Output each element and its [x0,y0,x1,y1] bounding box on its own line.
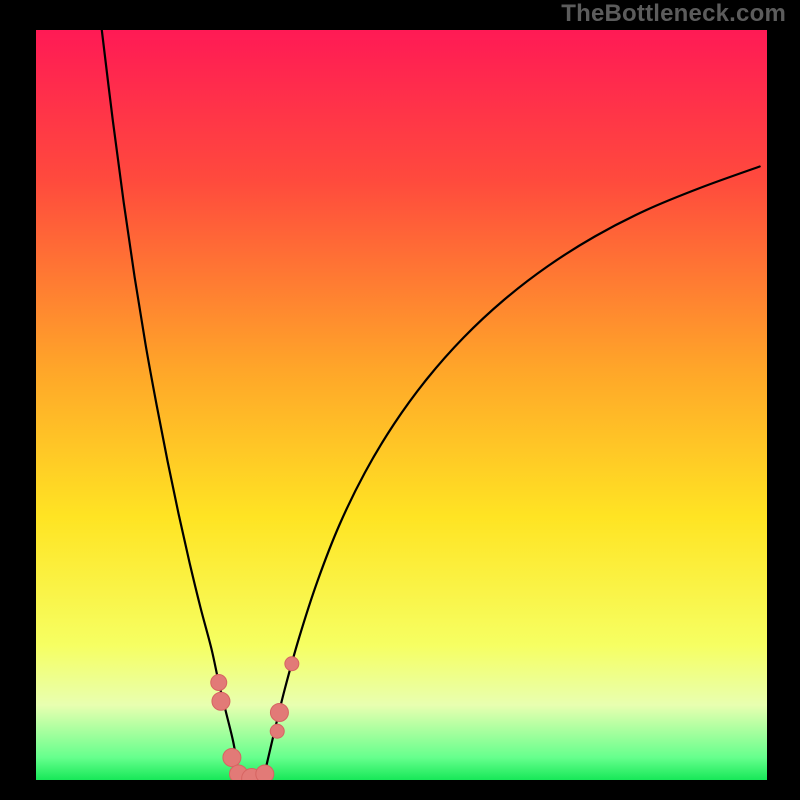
plot-svg [36,30,767,780]
data-marker [285,657,299,671]
data-marker [256,765,274,780]
plot-area [36,30,767,780]
watermark-text: TheBottleneck.com [561,0,786,28]
data-marker [211,675,227,691]
data-marker [270,704,288,722]
data-marker [212,692,230,710]
data-marker [270,724,284,738]
data-marker [223,749,241,767]
chart-frame: TheBottleneck.com [0,0,800,800]
